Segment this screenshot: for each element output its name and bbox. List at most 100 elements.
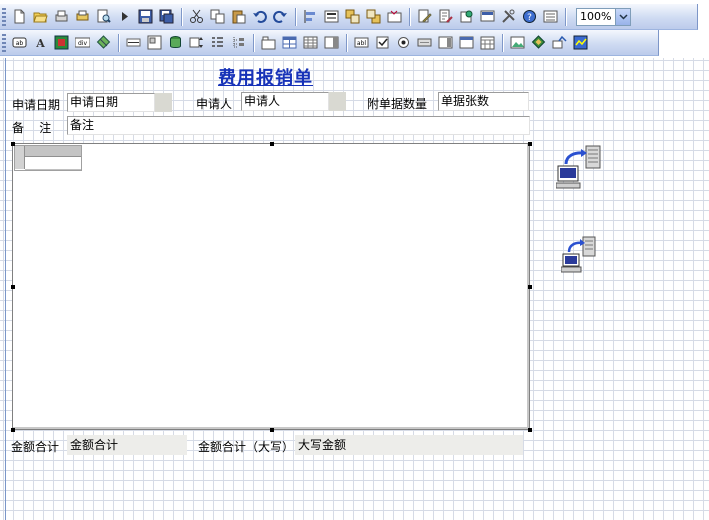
- resize-handle[interactable]: [528, 142, 532, 146]
- remark-field[interactable]: 备注: [67, 116, 530, 135]
- applicant-box[interactable]: [329, 92, 346, 111]
- chevron-down-icon[interactable]: [615, 8, 631, 25]
- radio-icon[interactable]: [394, 33, 413, 52]
- menu-icon[interactable]: [457, 33, 476, 52]
- event-icon[interactable]: [478, 7, 497, 26]
- edit-script-icon[interactable]: [436, 7, 455, 26]
- toolbar-separator: [181, 7, 182, 26]
- new-file-icon[interactable]: [10, 7, 29, 26]
- svg-text:A: A: [35, 37, 45, 50]
- data-source-icon[interactable]: [457, 7, 476, 26]
- resize-handle[interactable]: [528, 428, 532, 432]
- textbox-icon[interactable]: ab: [10, 33, 29, 52]
- toolbar-grip[interactable]: [2, 33, 6, 52]
- resize-handle[interactable]: [11, 142, 15, 146]
- save-as-icon[interactable]: [157, 7, 176, 26]
- help-icon[interactable]: ?: [520, 7, 539, 26]
- div-icon[interactable]: div: [73, 33, 92, 52]
- edit-icon[interactable]: [415, 7, 434, 26]
- grid-row-header[interactable]: [15, 146, 25, 169]
- toolbar-separator: [409, 7, 410, 26]
- detail-grid[interactable]: [12, 143, 530, 430]
- picture-icon[interactable]: [508, 33, 527, 52]
- print-preview-icon[interactable]: [52, 7, 71, 26]
- resize-handle[interactable]: [11, 285, 15, 289]
- detail-grid-table[interactable]: [14, 145, 82, 171]
- toolbar-separator: [253, 33, 254, 52]
- paste-icon[interactable]: [229, 7, 248, 26]
- table-icon[interactable]: [280, 33, 299, 52]
- attach-count-label[interactable]: 附单据数量: [367, 95, 427, 112]
- copy-icon[interactable]: [208, 7, 227, 26]
- resize-handle[interactable]: [528, 285, 532, 289]
- run-icon[interactable]: [115, 7, 134, 26]
- bring-front-icon[interactable]: [343, 7, 362, 26]
- apply-date-field[interactable]: 申请日期: [67, 93, 155, 112]
- export-icon[interactable]: [550, 33, 569, 52]
- abl-icon[interactable]: abl: [352, 33, 371, 52]
- print-icon[interactable]: [73, 7, 92, 26]
- resize-handle[interactable]: [270, 142, 274, 146]
- toolbar-separator: [565, 7, 566, 26]
- remark-label[interactable]: 备 注: [12, 119, 51, 136]
- apply-date-label[interactable]: 申请日期: [12, 96, 60, 113]
- image-icon[interactable]: [52, 33, 71, 52]
- svg-text:abl: abl: [357, 40, 366, 47]
- cut-icon[interactable]: [187, 7, 206, 26]
- tab-icon[interactable]: [259, 33, 278, 52]
- chart-icon[interactable]: [529, 33, 548, 52]
- grid-column-header[interactable]: [25, 146, 81, 157]
- svg-text:ab: ab: [16, 40, 24, 47]
- total-field[interactable]: 金额合计: [67, 435, 187, 455]
- total-upper-field[interactable]: 大写金额: [295, 435, 523, 455]
- database-icon[interactable]: [166, 33, 185, 52]
- toolbar-grip[interactable]: [2, 7, 6, 26]
- table-row[interactable]: [25, 157, 81, 170]
- toolbar-separator: [502, 33, 503, 52]
- zoom-value: 100%: [580, 10, 612, 23]
- data-connection-icon[interactable]: [555, 144, 606, 195]
- tree-icon[interactable]: [229, 33, 248, 52]
- total-label[interactable]: 金额合计: [11, 438, 59, 455]
- align-icon[interactable]: [301, 7, 320, 26]
- redo-icon[interactable]: [271, 7, 290, 26]
- svg-text:div: div: [78, 40, 87, 47]
- canvas-left-ruler: [5, 58, 6, 520]
- spinner-icon[interactable]: [187, 33, 206, 52]
- combo-icon[interactable]: [436, 33, 455, 52]
- calendar-icon[interactable]: [478, 33, 497, 52]
- toolbar-separator: [118, 33, 119, 52]
- undo-icon[interactable]: [250, 7, 269, 26]
- zoom-select[interactable]: 100%: [576, 7, 632, 26]
- attach-count-field[interactable]: 单据张数: [438, 92, 529, 111]
- save-icon[interactable]: [136, 7, 155, 26]
- preview-icon[interactable]: [94, 7, 113, 26]
- list-icon[interactable]: [208, 33, 227, 52]
- applicant-field[interactable]: 申请人: [241, 92, 329, 111]
- main-toolbar: ? 100%: [0, 4, 698, 30]
- applicant-label[interactable]: 申请人: [196, 95, 232, 112]
- data-connection-icon[interactable]: [560, 235, 601, 278]
- panel-icon[interactable]: [322, 33, 341, 52]
- options-icon[interactable]: [541, 7, 560, 26]
- svg-text:?: ?: [527, 13, 532, 23]
- send-back-icon[interactable]: [364, 7, 383, 26]
- properties-icon[interactable]: [322, 7, 341, 26]
- line-icon[interactable]: [124, 33, 143, 52]
- apply-date-box[interactable]: [155, 93, 172, 112]
- page-title[interactable]: 费用报销单: [218, 64, 313, 90]
- frame-icon[interactable]: [145, 33, 164, 52]
- open-folder-icon[interactable]: [31, 7, 50, 26]
- label-icon[interactable]: A: [31, 33, 50, 52]
- shape-icon[interactable]: [94, 33, 113, 52]
- button-icon[interactable]: [415, 33, 434, 52]
- tab-order-icon[interactable]: [385, 7, 404, 26]
- grid-icon[interactable]: [301, 33, 320, 52]
- resize-handle[interactable]: [270, 428, 274, 432]
- resize-handle[interactable]: [11, 428, 15, 432]
- toolbar-separator: [346, 33, 347, 52]
- report-icon[interactable]: [571, 33, 590, 52]
- tools-icon[interactable]: [499, 7, 518, 26]
- checkbox-icon[interactable]: [373, 33, 392, 52]
- total-upper-label[interactable]: 金额合计（大写）: [198, 438, 294, 455]
